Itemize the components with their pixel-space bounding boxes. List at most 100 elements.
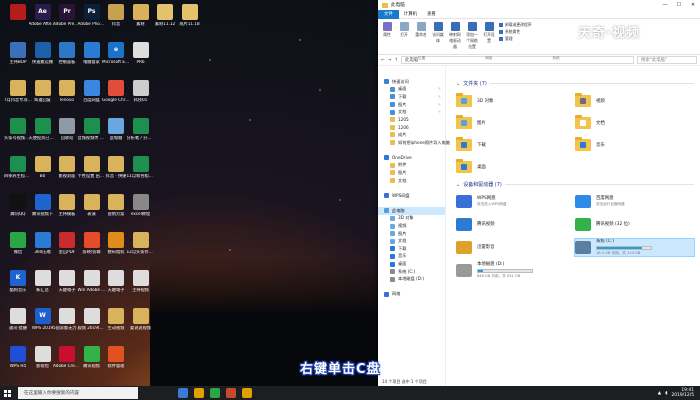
nav-item[interactable]: 此电脑 [378, 207, 445, 215]
ribbon-button[interactable]: 重命名 [414, 22, 428, 38]
desktop-icon[interactable]: PR6 [127, 42, 155, 65]
ribbon-button-label: 打开设置 [483, 32, 495, 43]
nav-item[interactable]: 下载 ✎ [378, 93, 445, 101]
folder-item[interactable]: 图片 [456, 114, 575, 131]
minimize-button[interactable]: — [658, 2, 672, 8]
desktop-icon[interactable]: 要说说视频 [127, 308, 155, 331]
ribbon-button[interactable]: 添加一个网络位置 [465, 22, 479, 50]
folder-item[interactable]: 3D 对象 [456, 92, 575, 109]
volume-icon[interactable]: ◖ [665, 391, 667, 396]
devices-section-header[interactable]: ⌄ 设备和驱动器 (7) [456, 181, 694, 189]
tab-file[interactable]: 文件 [378, 9, 399, 19]
app-icon [83, 270, 100, 286]
taskbar-app-icon[interactable] [226, 388, 236, 398]
close-button[interactable]: ✕ [686, 2, 700, 8]
taskbar-app-icon[interactable] [178, 388, 188, 398]
drive-item[interactable]: 腾讯视频 [456, 216, 575, 233]
ribbon-tabs: 文件 计算机 查看 [378, 9, 700, 19]
nav-item[interactable]: 系统 (C:) [378, 268, 445, 276]
nav-item[interactable]: 文档 [378, 237, 445, 245]
drive-item[interactable]: 腾讯视频 (32 位) [575, 216, 694, 233]
folders-section-header[interactable]: ⌄ 文件夹 (7) [456, 80, 694, 88]
search-box[interactable]: 搜索"此电脑" [637, 56, 697, 64]
pin-icon: ✎ [437, 94, 441, 99]
up-arrow-icon[interactable]: ↑ [394, 58, 398, 63]
ribbon-button[interactable]: 访问媒体 [431, 22, 445, 44]
nav-item[interactable]: 文档 [378, 177, 445, 185]
desktop-icon[interactable]: 软件管理 [102, 346, 130, 369]
nav-item[interactable]: 1206 [378, 124, 445, 132]
ribbon-list-item[interactable]: 系统属性 [499, 29, 532, 35]
nav-item-icon [390, 102, 395, 108]
folder-icon [456, 136, 472, 151]
desktop-icon[interactable]: 成片11.18 [176, 4, 204, 27]
folder-item[interactable]: 下载 [456, 136, 575, 153]
taskbar-app-icon[interactable] [210, 388, 220, 398]
ribbon-button[interactable]: 打开设置 [482, 22, 496, 44]
app-icon: K [10, 270, 26, 286]
nav-item-icon [384, 208, 389, 214]
nav-item[interactable]: 本地磁盘 (D:) [378, 275, 445, 283]
taskbar-app-icon[interactable] [194, 388, 204, 398]
folder-item[interactable]: 视频 [575, 92, 694, 109]
app-icon [132, 156, 149, 172]
drive-item[interactable]: 迅雷影音 [456, 239, 575, 256]
nav-item[interactable]: 附件 [378, 162, 445, 170]
nav-item[interactable]: 视频 [378, 222, 445, 230]
ribbon-button-icon [467, 22, 477, 31]
folder-icon [456, 114, 472, 129]
maximize-button[interactable]: ☐ [672, 2, 686, 8]
nav-item[interactable]: 如何把iphone照片导入电脑 [378, 139, 450, 147]
back-arrow-icon[interactable]: ← [381, 58, 385, 63]
nav-item[interactable]: WPS网盘 [378, 192, 445, 200]
drive-item[interactable]: 百度网盘 双击运行百度网盘 [575, 193, 694, 210]
taskbar-search[interactable]: 在这里输入你要搜索的内容 [18, 387, 138, 399]
nav-item[interactable]: 网络 [378, 291, 445, 299]
title-bar[interactable]: 此电脑 — ☐ ✕ [378, 0, 700, 10]
nav-item[interactable]: 图片 [378, 169, 445, 177]
nav-item[interactable]: OneDrive [378, 154, 445, 162]
folder-item[interactable]: 文档 [575, 114, 694, 131]
nav-item[interactable]: 桌面 [378, 260, 445, 268]
nav-item[interactable]: 音乐 [378, 253, 445, 261]
desktop-icon[interactable]: 分析笔 / 分析 投资做电脑 [127, 118, 155, 141]
tab-computer[interactable]: 计算机 [399, 11, 422, 17]
network-icon[interactable]: ▲ [658, 391, 661, 396]
window-controls: — ☐ ✕ [658, 2, 700, 8]
nav-item[interactable]: 1205 [378, 116, 445, 124]
nav-item-icon [384, 193, 389, 199]
nav-item[interactable]: 3D 对象 [378, 215, 445, 223]
desktop-icon[interactable]: 11月和合相关的模板 [127, 156, 155, 179]
ribbon-list-item[interactable]: 卸载或更改程序 [499, 22, 532, 28]
folder-item[interactable]: 音乐 [575, 136, 694, 153]
forward-arrow-icon[interactable]: → [388, 58, 392, 63]
app-icon [108, 80, 124, 96]
nav-item[interactable]: 成片 [378, 131, 445, 139]
drive-item[interactable]: WPS网盘 双击进入WPS网盘 [456, 193, 575, 210]
clock[interactable]: 19:41 2019/12/5 [671, 388, 694, 399]
nav-item[interactable]: 图片 [378, 230, 445, 238]
pin-icon: ✎ [437, 110, 441, 115]
drive-item[interactable]: 系统 (C:) 18.5 GB 可用，共 114 GB [574, 238, 695, 257]
start-button[interactable] [0, 386, 14, 400]
ribbon-button[interactable]: 属性 [380, 22, 394, 38]
nav-item[interactable]: 图片 ✎ [378, 101, 445, 109]
app-icon [83, 156, 100, 172]
desktop-icon[interactable]: excel教程 [127, 194, 155, 217]
desktop-icon[interactable]: 主持视频 [127, 270, 155, 293]
ribbon-list-item[interactable]: 管理 [499, 36, 532, 42]
nav-item[interactable]: 快速访问 [378, 78, 445, 86]
ribbon-button[interactable]: 打开 [397, 22, 411, 38]
nav-item[interactable]: 桌面 ✎ [378, 86, 445, 94]
desktop-icon[interactable]: 12月头条作业更新 [127, 232, 155, 255]
nav-item[interactable]: 文档 ✎ [378, 108, 445, 116]
drive-item[interactable]: 本地磁盘 (D:) 846 GB 可用，共 931 GB [456, 262, 575, 279]
desktop-icon[interactable]: 科技01 [127, 80, 155, 103]
ribbon-button[interactable]: 映射网络驱动器 [448, 22, 462, 50]
taskbar-app-icon[interactable] [242, 388, 252, 398]
nav-item-icon [390, 276, 395, 282]
nav-item[interactable]: 下载 [378, 245, 445, 253]
folder-item[interactable]: 桌面 [456, 158, 575, 175]
tab-view[interactable]: 查看 [422, 11, 441, 17]
app-icon [59, 232, 75, 248]
